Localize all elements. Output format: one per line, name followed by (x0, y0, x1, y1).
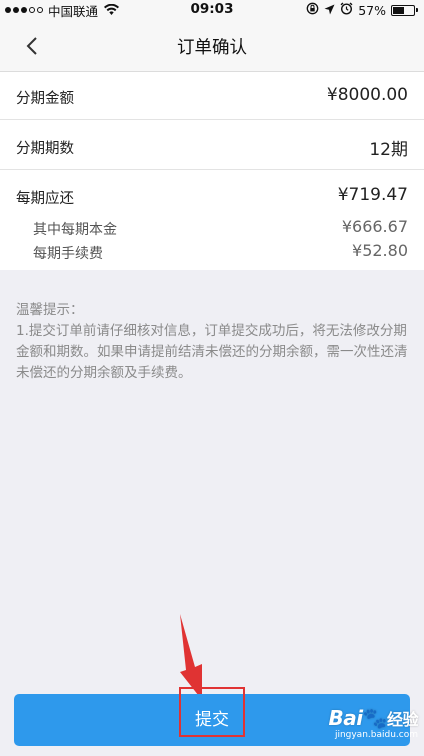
fee-value: ¥52.80 (352, 241, 408, 260)
alarm-icon (340, 2, 353, 18)
principal-label: 其中每期本金 (33, 222, 117, 238)
watermark-url: jingyan.baidu.com (334, 730, 418, 740)
battery-percent: 57% (358, 2, 386, 18)
periods-value: 12期 (369, 140, 408, 160)
nav-bar: 订单确认 (0, 20, 424, 72)
fee-label: 每期手续费 (33, 246, 103, 262)
periods-label: 分期期数 (16, 141, 74, 157)
amount-value: ¥8000.00 (326, 85, 408, 105)
per-period-value: ¥719.47 (337, 185, 408, 205)
tips-section: 温馨提示： 1.提交订单前请仔细核对信息，订单提交成功后，将无法修改分期金额和期… (16, 300, 410, 384)
watermark-logo: Bai🐾经验 (328, 706, 418, 730)
page-title: 订单确认 (177, 38, 247, 58)
tips-title: 温馨提示： (16, 302, 84, 318)
battery-icon (391, 4, 418, 16)
paw-icon: 🐾 (362, 706, 388, 730)
rotation-lock-icon (306, 2, 319, 18)
tips-text: 1.提交订单前请仔细核对信息，订单提交成功后，将无法修改分期金额和期数。如果申请… (16, 323, 408, 381)
baidu-jingyan-watermark: Bai🐾经验 jingyan.baidu.com (328, 706, 418, 740)
amount-label: 分期金额 (16, 91, 74, 107)
location-icon (324, 3, 335, 18)
per-period-label: 每期应还 (16, 191, 74, 207)
periods-row: 分期期数 12期 (0, 120, 424, 170)
principal-value: ¥666.67 (341, 217, 408, 236)
status-right: 57% (306, 2, 418, 18)
submit-highlight-box (179, 687, 245, 737)
status-bar: 中国联通 09:03 57% (0, 0, 424, 20)
repayment-block: 每期应还 ¥719.47 其中每期本金 ¥666.67 每期手续费 ¥52.80 (0, 170, 424, 270)
amount-row: 分期金额 ¥8000.00 (0, 72, 424, 120)
